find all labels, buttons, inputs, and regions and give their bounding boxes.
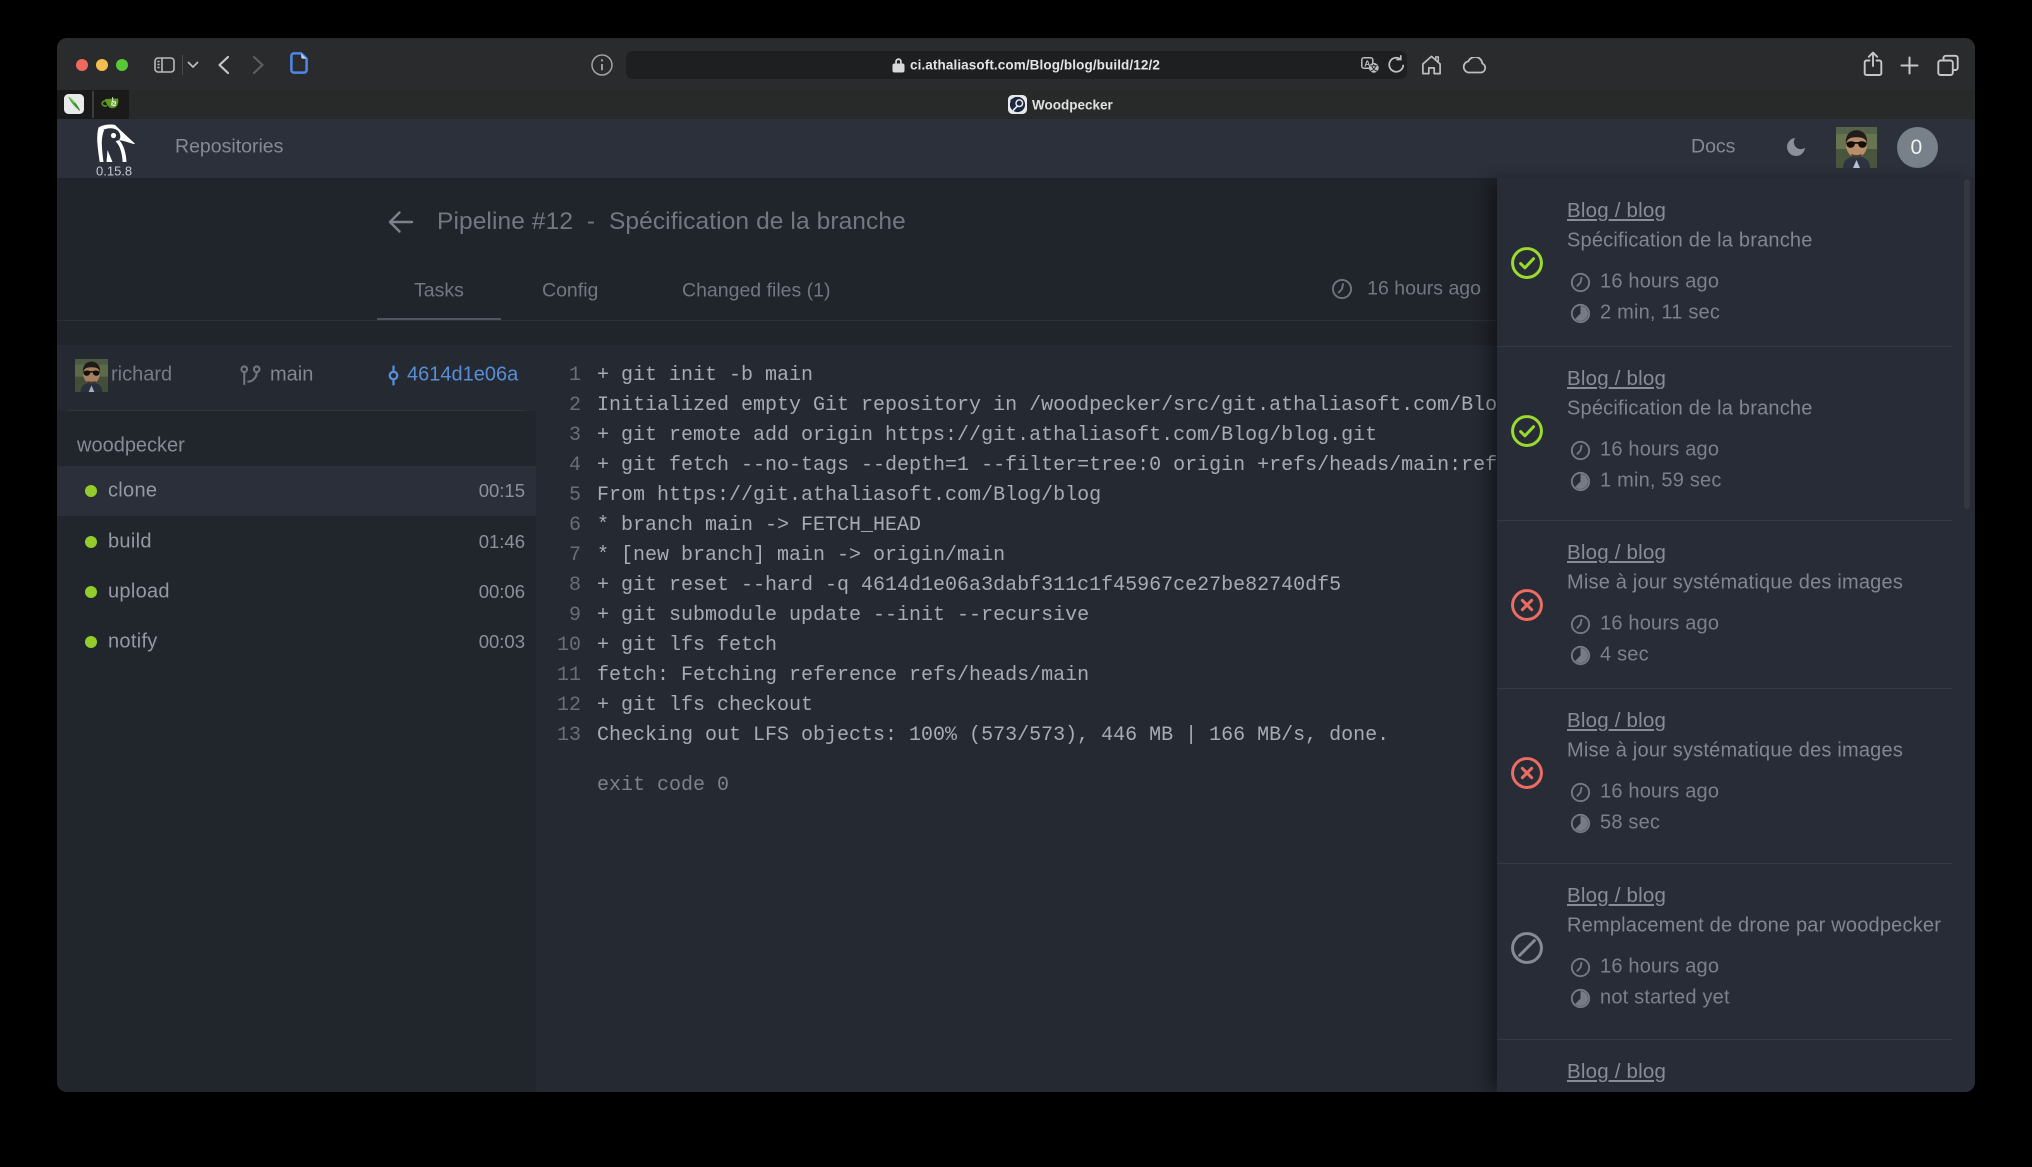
svg-text:文: 文: [1370, 63, 1378, 73]
